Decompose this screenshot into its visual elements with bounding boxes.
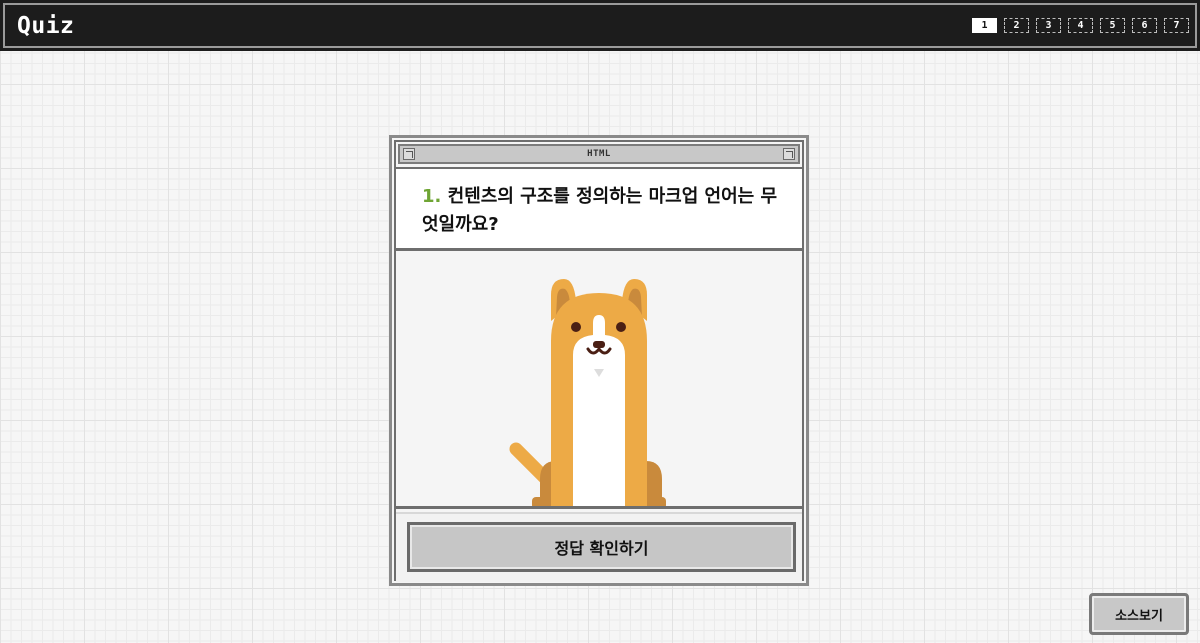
check-answer-button[interactable]: 정답 확인하기 bbox=[407, 522, 796, 572]
top-header: Quiz 1 2 3 4 5 6 7 bbox=[0, 0, 1200, 51]
view-source-button[interactable]: 소스보기 bbox=[1089, 593, 1189, 635]
question-text: 컨텐츠의 구조를 정의하는 마크업 언어는 무엇일까요? bbox=[422, 186, 778, 235]
dog-right-eye bbox=[616, 322, 626, 332]
dog-illustration bbox=[509, 279, 666, 506]
page-button-6[interactable]: 6 bbox=[1132, 18, 1157, 33]
question-number: 1. bbox=[422, 186, 442, 207]
answer-area: 정답 확인하기 bbox=[396, 512, 802, 582]
minimize-icon[interactable] bbox=[403, 148, 415, 160]
question: 1. 컨텐츠의 구조를 정의하는 마크업 언어는 무엇일까요? bbox=[422, 183, 778, 239]
window-titlebar: HTML bbox=[398, 144, 800, 164]
page-button-7[interactable]: 7 bbox=[1164, 18, 1189, 33]
page-button-5[interactable]: 5 bbox=[1100, 18, 1125, 33]
quiz-window: HTML 1. 컨텐츠의 구조를 정의하는 마크업 언어는 무엇일까요? 정답 … bbox=[389, 135, 809, 586]
app-title: Quiz bbox=[17, 12, 75, 39]
header-frame: Quiz 1 2 3 4 5 6 7 bbox=[3, 3, 1197, 48]
page-button-1[interactable]: 1 bbox=[972, 18, 997, 33]
illustration-area bbox=[396, 251, 802, 509]
page-button-3[interactable]: 3 bbox=[1036, 18, 1061, 33]
window-title: HTML bbox=[587, 149, 611, 159]
page-button-4[interactable]: 4 bbox=[1068, 18, 1093, 33]
dog-left-eye bbox=[571, 322, 581, 332]
maximize-icon[interactable] bbox=[783, 148, 795, 160]
page-button-2[interactable]: 2 bbox=[1004, 18, 1029, 33]
question-box: 1. 컨텐츠의 구조를 정의하는 마크업 언어는 무엇일까요? bbox=[396, 167, 802, 251]
page-navigation: 1 2 3 4 5 6 7 bbox=[972, 18, 1189, 33]
